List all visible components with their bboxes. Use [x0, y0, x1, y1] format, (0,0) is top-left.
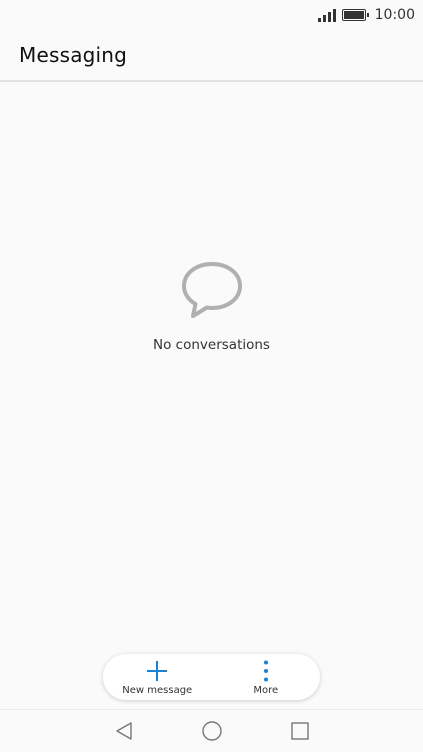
status-time: 10:00 — [374, 7, 415, 23]
nav-home-button[interactable] — [201, 720, 223, 742]
status-bar: 10:00 — [0, 0, 423, 30]
battery-icon — [341, 9, 369, 21]
home-circle-icon — [201, 721, 222, 741]
app-header: Messaging — [0, 30, 423, 82]
back-triangle-icon — [115, 722, 132, 740]
nav-back-button[interactable] — [113, 720, 135, 742]
more-button[interactable]: More — [231, 654, 301, 700]
more-vertical-icon — [263, 660, 268, 681]
recents-square-icon — [290, 722, 309, 740]
system-nav-bar — [0, 709, 423, 752]
chat-bubble-icon — [181, 262, 242, 318]
empty-state-text: No conversations — [153, 337, 270, 353]
empty-state: No conversations — [0, 260, 423, 353]
plus-icon — [147, 660, 168, 681]
page-title: Messaging — [19, 43, 128, 67]
bottom-action-bar: New message More — [103, 654, 320, 700]
signal-icon — [317, 8, 336, 22]
more-label: More — [253, 684, 279, 696]
nav-recents-button[interactable] — [289, 720, 311, 742]
new-message-button[interactable]: New message — [122, 654, 192, 700]
new-message-label: New message — [122, 684, 193, 696]
